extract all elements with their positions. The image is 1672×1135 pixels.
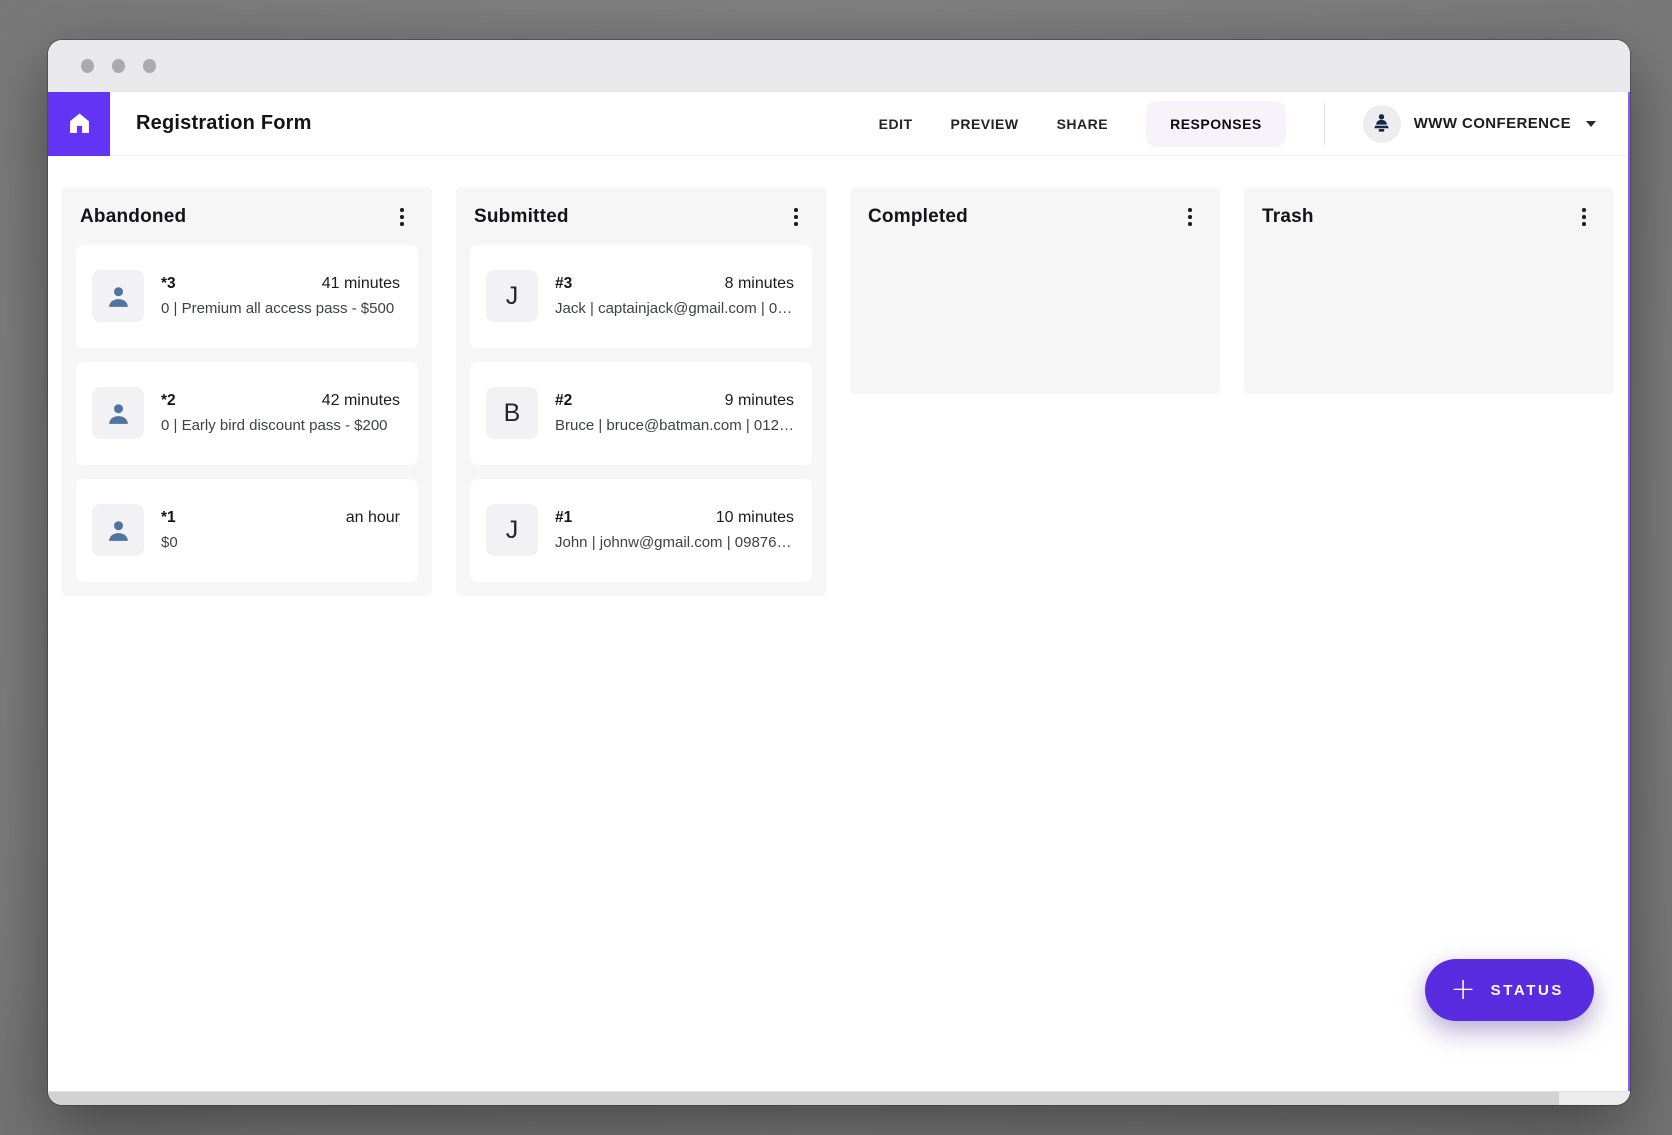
chevron-down-icon	[1586, 121, 1596, 127]
nav-responses[interactable]: RESPONSES	[1146, 101, 1286, 147]
column-title: Abandoned	[80, 206, 186, 228]
card-list: J #3 8 minutes Jack | captainjack@gmail.…	[456, 239, 826, 582]
window-control-dot[interactable]	[81, 59, 94, 73]
card-body: *3 41 minutes 0 | Premium all access pas…	[161, 275, 400, 317]
response-id: #2	[555, 392, 572, 410]
response-card[interactable]: J #1 10 minutes John | johnw@gmail.com |…	[470, 479, 812, 582]
column-completed: Completed	[850, 187, 1220, 394]
column-abandoned: Abandoned *3 41 minutes 0 | Premium all …	[62, 187, 432, 596]
kebab-menu-icon[interactable]	[788, 203, 804, 231]
home-icon	[66, 110, 93, 137]
response-detail: 0 | Premium all access pass - $500	[161, 300, 400, 317]
app-header: Registration Form EDIT PREVIEW SHARE RES…	[48, 92, 1630, 156]
response-detail: 0 | Early bird discount pass - $200	[161, 417, 400, 434]
response-detail: John | johnw@gmail.com | 09876…	[555, 534, 794, 551]
column-header: Abandoned	[62, 187, 432, 239]
person-avatar	[92, 387, 144, 439]
kebab-menu-icon[interactable]	[1182, 203, 1198, 231]
card-body: #3 8 minutes Jack | captainjack@gmail.co…	[555, 275, 794, 317]
column-title: Completed	[868, 206, 968, 228]
window-titlebar	[48, 40, 1630, 92]
card-list	[850, 239, 1220, 245]
card-body: *1 an hour $0	[161, 509, 400, 551]
column-submitted: Submitted J #3 8 minutes Jack | captainj…	[456, 187, 826, 596]
add-status-button[interactable]: + STATUS	[1425, 959, 1594, 1021]
response-id: *1	[161, 509, 176, 527]
card-body: #1 10 minutes John | johnw@gmail.com | 0…	[555, 509, 794, 551]
person-avatar-icon	[103, 398, 134, 429]
window-right-accent-edge	[1628, 92, 1630, 1091]
response-card[interactable]: *1 an hour $0	[76, 479, 418, 582]
response-id: #1	[555, 509, 572, 527]
home-button[interactable]	[48, 92, 110, 156]
response-time: an hour	[346, 509, 400, 527]
response-card[interactable]: *3 41 minutes 0 | Premium all access pas…	[76, 245, 418, 348]
response-card[interactable]: B #2 9 minutes Bruce | bruce@batman.com …	[470, 362, 812, 465]
scrollbar-thumb[interactable]	[48, 1092, 1559, 1105]
window-control-dot[interactable]	[112, 59, 125, 73]
kebab-menu-icon[interactable]	[394, 203, 410, 231]
response-detail: Bruce | bruce@batman.com | 012…	[555, 417, 794, 434]
nav-preview[interactable]: PREVIEW	[951, 116, 1019, 132]
column-header: Completed	[850, 187, 1220, 239]
response-time: 42 minutes	[322, 392, 400, 410]
response-detail: Jack | captainjack@gmail.com | 0…	[555, 300, 794, 317]
response-time: 10 minutes	[716, 509, 794, 527]
nav-share[interactable]: SHARE	[1057, 116, 1109, 132]
main-area: Abandoned *3 41 minutes 0 | Premium all …	[48, 156, 1630, 1091]
response-time: 8 minutes	[725, 275, 794, 293]
column-header: Trash	[1244, 187, 1614, 239]
card-list: *3 41 minutes 0 | Premium all access pas…	[62, 239, 432, 582]
column-title: Submitted	[474, 206, 569, 228]
app-window: Registration Form EDIT PREVIEW SHARE RES…	[48, 40, 1630, 1105]
card-list	[1244, 239, 1614, 245]
response-id: #3	[555, 275, 572, 293]
response-card[interactable]: *2 42 minutes 0 | Early bird discount pa…	[76, 362, 418, 465]
response-time: 9 minutes	[725, 392, 794, 410]
window-control-dot[interactable]	[143, 59, 156, 73]
person-avatar	[92, 504, 144, 556]
response-id: *3	[161, 275, 176, 293]
plus-icon: +	[1450, 961, 1475, 1019]
letter-avatar: B	[486, 387, 538, 439]
column-title: Trash	[1262, 206, 1314, 228]
card-body: #2 9 minutes Bruce | bruce@batman.com | …	[555, 392, 794, 434]
response-id: *2	[161, 392, 176, 410]
nav-divider	[1324, 103, 1325, 145]
workspace-name: WWW CONFERENCE	[1414, 115, 1571, 132]
response-card[interactable]: J #3 8 minutes Jack | captainjack@gmail.…	[470, 245, 812, 348]
response-detail: $0	[161, 534, 400, 551]
response-time: 41 minutes	[322, 275, 400, 293]
column-trash: Trash	[1244, 187, 1614, 394]
column-header: Submitted	[456, 187, 826, 239]
horizontal-scrollbar	[48, 1091, 1630, 1105]
nav-edit[interactable]: EDIT	[879, 116, 913, 132]
add-status-label: STATUS	[1491, 982, 1564, 999]
page-title: Registration Form	[136, 112, 312, 135]
card-body: *2 42 minutes 0 | Early bird discount pa…	[161, 392, 400, 434]
speaker-podium-icon	[1363, 105, 1401, 143]
person-avatar-icon	[103, 515, 134, 546]
kebab-menu-icon[interactable]	[1576, 203, 1592, 231]
letter-avatar: J	[486, 270, 538, 322]
letter-avatar: J	[486, 504, 538, 556]
person-avatar-icon	[103, 281, 134, 312]
person-avatar	[92, 270, 144, 322]
workspace-dropdown[interactable]: WWW CONFERENCE	[1363, 105, 1596, 143]
header-nav: EDIT PREVIEW SHARE RESPONSES WWW CONFERE…	[879, 101, 1630, 147]
board: Abandoned *3 41 minutes 0 | Premium all …	[62, 187, 1616, 596]
